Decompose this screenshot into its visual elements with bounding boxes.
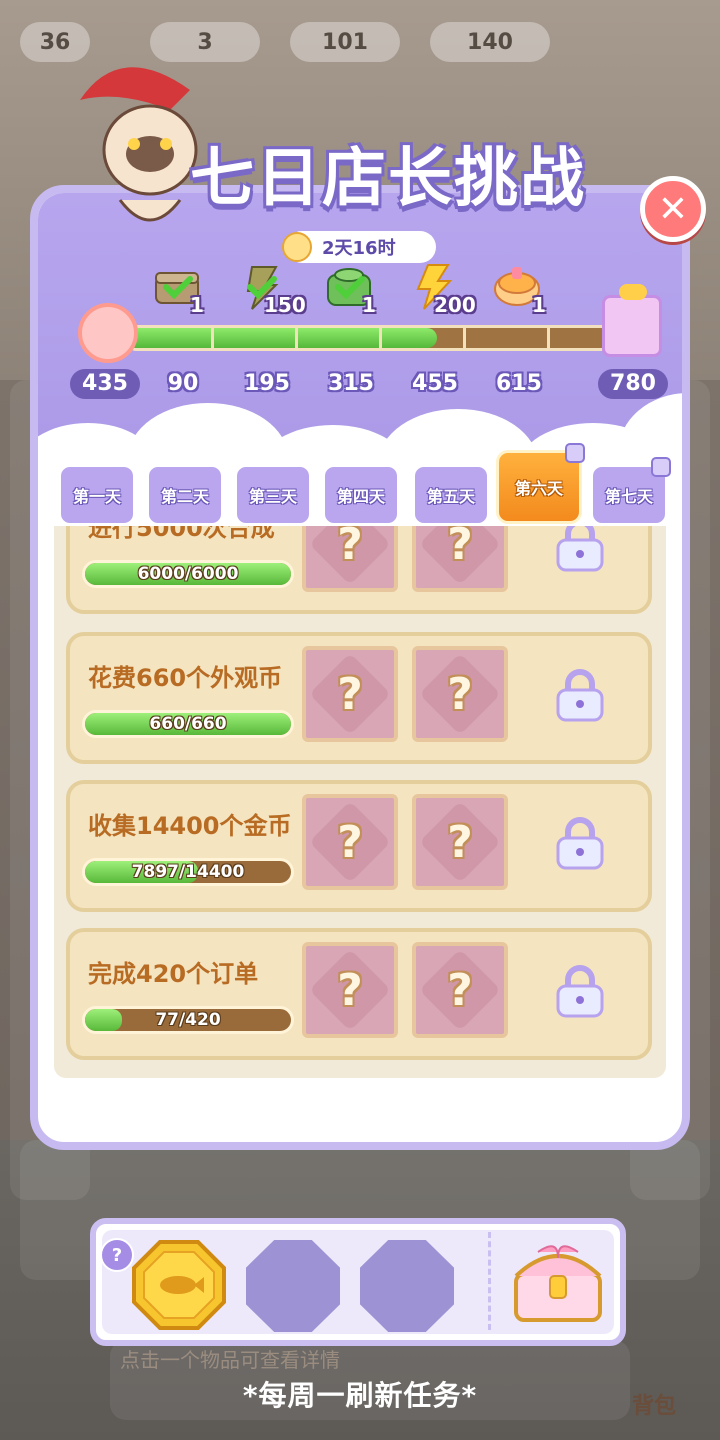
mystery-reward[interactable]: ? <box>302 526 398 592</box>
help-button[interactable]: ? <box>100 1238 134 1272</box>
reward-qty-4: 200 <box>434 293 476 317</box>
task-progress-bar: 7897/14400 <box>82 858 294 886</box>
level-value: 36 <box>39 29 71 55</box>
empty-reward-slot <box>246 1240 340 1332</box>
divider <box>488 1232 491 1330</box>
tab-day-5[interactable]: 第五天 <box>412 464 490 526</box>
reward-qty-1: 1 <box>190 293 204 317</box>
mystery-reward[interactable]: ? <box>302 646 398 742</box>
task-card: 进行5000次合成 6000/6000 ? ? <box>66 526 652 614</box>
mystery-reward[interactable]: ? <box>302 942 398 1038</box>
task-card: 完成420个订单 77/420 ? ? <box>66 928 652 1060</box>
item-hint: 点击一个物品可查看详情 <box>120 1348 340 1372</box>
lock-icon <box>556 526 604 572</box>
tab-day-4[interactable]: 第四天 <box>322 464 400 526</box>
coin-counter[interactable]: 140 <box>430 22 550 62</box>
paw-icon <box>78 303 138 363</box>
event-title: 七日店长挑战 <box>190 142 586 216</box>
clock-icon <box>282 232 312 262</box>
points-progress-fill <box>127 328 437 348</box>
points-progress-bar <box>124 325 614 351</box>
fish-coin-icon[interactable] <box>132 1240 226 1330</box>
task-title: 收集14400个金币 <box>88 812 292 840</box>
task-list[interactable]: 进行5000次合成 6000/6000 ? ? 花费660个外观币 660/66… <box>54 526 666 1078</box>
close-button[interactable]: ✕ <box>640 176 706 242</box>
lock-icon <box>651 457 671 477</box>
final-milestone: 780 <box>598 369 668 399</box>
milestone-2: 195 <box>244 371 290 396</box>
tab-day-3[interactable]: 第三天 <box>234 464 312 526</box>
coin-value: 140 <box>467 29 513 55</box>
event-title-banner: 七日店长挑战 <box>150 115 630 225</box>
task-progress-bar: 77/420 <box>82 1006 294 1034</box>
empty-reward-slot <box>360 1240 454 1332</box>
reward-qty-5: 1 <box>532 293 546 317</box>
gem-value: 101 <box>322 29 368 55</box>
lock-icon <box>556 817 604 870</box>
milestone-4: 455 <box>412 371 458 396</box>
day-tabs: 第一天 第二天 第三天 第四天 第五天 第六天 第七天 <box>56 443 676 526</box>
mystery-reward[interactable]: ? <box>412 794 508 890</box>
reward-qty-2: 150 <box>264 293 306 317</box>
mystery-reward[interactable]: ? <box>412 942 508 1038</box>
lock-icon <box>556 965 604 1018</box>
lock-icon <box>565 443 585 463</box>
treasure-chest-icon[interactable] <box>508 1240 608 1326</box>
milestone-1: 90 <box>167 371 199 396</box>
milestone-5: 615 <box>496 371 542 396</box>
tab-day-2[interactable]: 第二天 <box>146 464 224 526</box>
task-card: 收集14400个金币 7897/14400 ? ? <box>66 780 652 912</box>
task-title: 花费660个外观币 <box>88 664 283 692</box>
tab-day-6[interactable]: 第六天 <box>496 443 585 524</box>
task-progress-bar: 6000/6000 <box>82 560 294 588</box>
task-card: 花费660个外观币 660/660 ? ? <box>66 632 652 764</box>
task-progress-text: 6000/6000 <box>137 564 239 584</box>
task-title: 进行5000次合成 <box>88 526 275 542</box>
task-progress-text: 77/420 <box>155 1010 221 1030</box>
tab-day-1[interactable]: 第一天 <box>58 464 136 526</box>
mystery-reward[interactable]: ? <box>412 646 508 742</box>
weekly-refresh-note: *每周一刷新任务* <box>242 1379 478 1412</box>
gem-counter[interactable]: 101 <box>290 22 400 62</box>
task-progress-text: 660/660 <box>149 714 227 734</box>
current-points: 435 <box>70 369 140 399</box>
task-progress-bar: 660/660 <box>82 710 294 738</box>
event-timer: 2天16时 <box>282 231 436 263</box>
milestone-3: 315 <box>328 371 374 396</box>
task-progress-text: 7897/14400 <box>131 862 245 882</box>
mystery-reward[interactable]: ? <box>412 526 508 592</box>
task-title: 完成420个订单 <box>88 960 259 988</box>
close-icon: ✕ <box>657 188 689 230</box>
mystery-reward[interactable]: ? <box>302 794 398 890</box>
timer-text: 2天16时 <box>322 238 396 259</box>
tab-day-7[interactable]: 第七天 <box>590 457 671 526</box>
reward-qty-3: 1 <box>362 293 376 317</box>
lock-icon <box>556 669 604 722</box>
gift-box-icon[interactable] <box>602 284 662 357</box>
